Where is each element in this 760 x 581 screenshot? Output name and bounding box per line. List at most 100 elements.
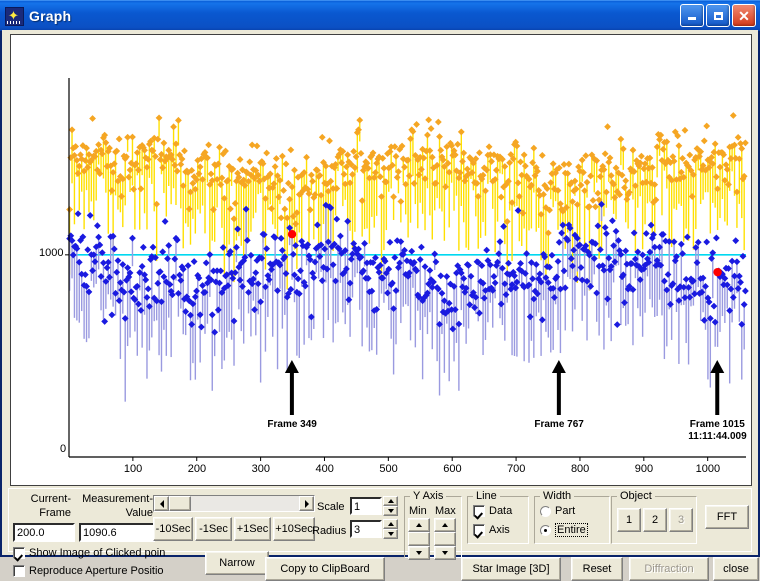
arrow-up-icon: [387, 499, 394, 503]
client-area: 0 100 200 300 400 500 600 700 800 900 1000 1000 Fram…: [2, 30, 759, 581]
maximize-icon: [713, 11, 723, 20]
arrow-down-icon: [442, 551, 448, 555]
object-3-button: 3: [669, 508, 693, 532]
radius-field[interactable]: 3: [350, 520, 382, 538]
y-tick-label: 1000: [39, 246, 64, 259]
close-icon: ✕: [738, 7, 750, 24]
current-frame-label-1: Current-: [30, 493, 71, 505]
width-entire-label: Entire: [555, 523, 588, 537]
current-frame-label-2: Frame: [39, 507, 71, 519]
line-axis-label: Axis: [489, 524, 510, 536]
radio-icon-selected: [540, 524, 551, 536]
line-group-label: Line: [473, 490, 500, 502]
arrow-up-icon: [387, 522, 394, 526]
plus-10sec-button[interactable]: +10Sec: [273, 517, 315, 541]
x-tick-label: 700: [507, 463, 526, 475]
scroll-left-button[interactable]: [154, 496, 169, 511]
radius-spinner[interactable]: [383, 519, 398, 539]
arrow-up-icon: [416, 523, 422, 527]
checkbox-icon-unchecked: [13, 565, 25, 577]
checkbox-icon-checked: [473, 505, 485, 517]
object-2-button[interactable]: 2: [643, 508, 667, 532]
plus-1sec-button[interactable]: +1Sec: [234, 517, 271, 541]
x-tick-label: 1000: [695, 463, 721, 475]
x-tick-label: 0: [60, 443, 67, 455]
checkbox-icon-checked: [473, 524, 485, 536]
control-panel: Current- Frame 200.0 Measurement- Value …: [8, 488, 759, 581]
measurement-value-label-1: Measurement-: [82, 493, 153, 505]
x-tick-label: 900: [634, 463, 654, 475]
copy-to-clipboard-button[interactable]: Copy to ClipBoard: [265, 557, 385, 581]
radius-spinner-up[interactable]: [383, 519, 398, 529]
window-controls: ✕: [680, 4, 756, 27]
x-tick-label: 300: [251, 463, 270, 475]
scale-label: Scale: [317, 501, 345, 513]
measurement-value-field[interactable]: 1090.6: [79, 523, 155, 542]
chevron-right-icon: [304, 499, 309, 508]
window-title: Graph: [29, 8, 72, 24]
y-max-down-button[interactable]: [434, 546, 456, 560]
arrow-up-icon: [442, 523, 448, 527]
reproduce-aperture-label: Reproduce Aperture Positio: [29, 565, 164, 577]
x-tick-label: 600: [443, 463, 462, 475]
line-data-label: Data: [489, 505, 513, 517]
frame-annotation-label: Frame 1015: [689, 419, 745, 430]
close-panel-button[interactable]: close: [713, 557, 759, 581]
scrollbar-thumb[interactable]: [169, 496, 191, 511]
scrollbar-track[interactable]: [191, 496, 299, 511]
graph-window: ✦ Graph ✕ 0 100 200 300 400 500 600 700 800 900 10…: [0, 0, 760, 581]
app-star-icon: ✦: [5, 6, 24, 26]
x-tick-label: 200: [187, 463, 207, 475]
radio-icon-unselected: [540, 505, 551, 517]
minus-10sec-button[interactable]: -10Sec: [153, 517, 193, 541]
minus-1sec-button[interactable]: -1Sec: [195, 517, 232, 541]
y-max-track[interactable]: [434, 532, 456, 546]
title-bar[interactable]: ✦ Graph ✕: [0, 0, 760, 31]
y-min-up-button[interactable]: [408, 518, 430, 532]
scatter-plot[interactable]: [11, 35, 751, 485]
y-min-down-button[interactable]: [408, 546, 430, 560]
fft-button[interactable]: FFT: [705, 505, 749, 529]
width-part-radio[interactable]: Part: [540, 505, 575, 517]
checkbox-icon-checked: [13, 547, 25, 559]
frame-scrollbar[interactable]: [153, 495, 315, 512]
y-axis-group-label: Y Axis: [410, 490, 447, 502]
minimize-icon: [688, 17, 696, 20]
y-axis-max-label: Max: [435, 505, 456, 517]
minimize-button[interactable]: [680, 4, 704, 27]
frame-annotation-label: Frame 767: [534, 419, 584, 430]
narrow-button[interactable]: Narrow: [205, 551, 269, 575]
arrow-down-icon: [416, 551, 422, 555]
scale-spinner-down[interactable]: [383, 506, 398, 516]
show-image-checkbox[interactable]: Show Image of Clicked poin: [13, 547, 165, 559]
scale-spinner-up[interactable]: [383, 496, 398, 506]
width-part-label: Part: [555, 505, 576, 517]
diffraction-button: Diffraction: [629, 557, 709, 581]
width-entire-radio[interactable]: Entire: [540, 523, 588, 537]
x-tick-label: 400: [315, 463, 334, 475]
star-image-3d-button[interactable]: Star Image [3D]: [461, 557, 561, 581]
graph-canvas[interactable]: 0 100 200 300 400 500 600 700 800 900 1000 1000 Fram…: [10, 34, 752, 486]
current-frame-field[interactable]: 200.0: [13, 523, 75, 542]
arrow-down-icon: [387, 509, 394, 513]
frame-annotation-label: Frame 349: [267, 419, 317, 430]
x-tick-label: 100: [123, 463, 143, 475]
line-data-checkbox[interactable]: Data: [473, 505, 512, 517]
maximize-button[interactable]: [706, 4, 730, 27]
y-max-up-button[interactable]: [434, 518, 456, 532]
frame-annotation-timestamp: 11:11:44.009: [688, 431, 747, 442]
show-image-label: Show Image of Clicked poin: [29, 547, 166, 559]
y-axis-min-label: Min: [409, 505, 427, 517]
y-min-track[interactable]: [408, 532, 430, 546]
width-group-label: Width: [540, 490, 575, 502]
radius-spinner-down[interactable]: [383, 529, 398, 539]
scale-field[interactable]: 1: [350, 497, 382, 515]
scroll-right-button[interactable]: [299, 496, 314, 511]
chevron-left-icon: [159, 499, 164, 508]
reproduce-aperture-checkbox[interactable]: Reproduce Aperture Positio: [13, 565, 164, 577]
object-1-button[interactable]: 1: [617, 508, 641, 532]
close-button[interactable]: ✕: [732, 4, 756, 27]
line-axis-checkbox[interactable]: Axis: [473, 524, 510, 536]
reset-button[interactable]: Reset: [571, 557, 623, 581]
scale-spinner[interactable]: [383, 496, 398, 516]
